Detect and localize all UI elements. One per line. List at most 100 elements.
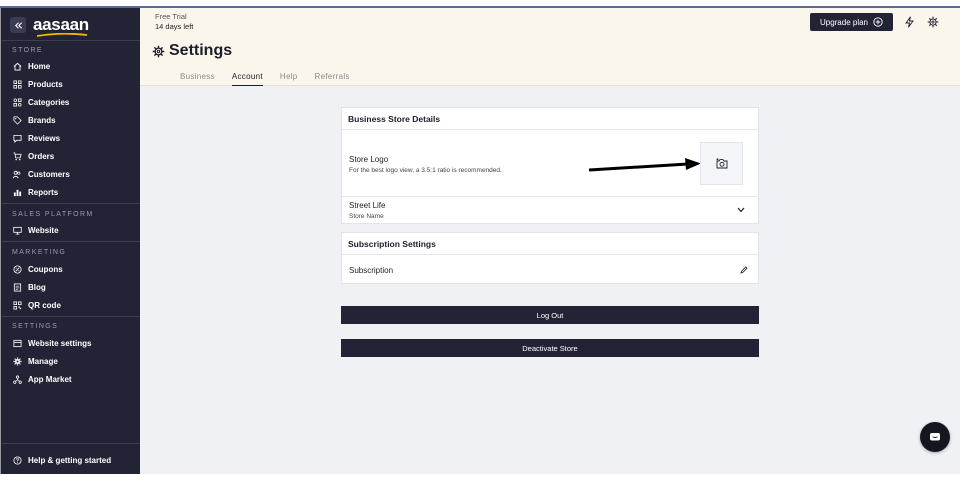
bolt-icon <box>904 16 914 28</box>
chat-icon <box>930 432 940 440</box>
double-chevron-left-icon <box>14 21 22 29</box>
categories-icon <box>12 97 22 107</box>
gear-icon <box>12 356 22 366</box>
pointer-arrow <box>588 158 701 172</box>
sidebar-item-label: Customers <box>28 169 70 179</box>
page-title-text: Settings <box>169 42 233 59</box>
sidebar-item-website[interactable]: Website <box>12 223 59 237</box>
reviews-icon <box>12 133 22 143</box>
sidebar-item-label: Website settings <box>28 338 92 348</box>
brand-row: aasaan <box>10 15 89 37</box>
document-icon <box>12 282 22 292</box>
monitor-icon <box>12 225 22 235</box>
bolt-button[interactable] <box>903 16 915 28</box>
grid-icon <box>12 79 22 89</box>
sidebar-item-label: Home <box>28 61 51 71</box>
sidebar-item-customers[interactable]: Customers <box>12 167 70 181</box>
upgrade-plan-label: Upgrade plan <box>819 17 869 27</box>
section-label-settings: SETTINGS <box>12 323 59 330</box>
store-logo-label: Store Logo <box>349 155 389 164</box>
store-name-label: Store Name <box>349 213 384 220</box>
tab-referrals[interactable]: Referrals <box>315 70 350 87</box>
help-icon <box>12 455 22 465</box>
sidebar-item-help[interactable]: Help & getting started <box>12 453 111 467</box>
sidebar-item-products[interactable]: Products <box>12 77 63 91</box>
tag-icon <box>12 115 22 125</box>
section-label-marketing: MARKETING <box>12 249 67 256</box>
sidebar-item-label: Products <box>28 79 63 89</box>
store-logo-row: Store Logo For the best logo view, a 3.5… <box>342 130 758 197</box>
sidebar-divider <box>2 443 140 444</box>
card-title: Subscription Settings <box>342 233 758 255</box>
pencil-icon[interactable] <box>740 266 748 274</box>
deactivate-store-button[interactable]: Deactivate Store <box>341 339 759 357</box>
chevron-down-icon[interactable] <box>737 207 745 213</box>
subscription-label: Subscription <box>349 266 394 275</box>
plus-circle-icon <box>873 17 883 27</box>
settings-tabs: Business Account Help Referrals <box>180 70 367 87</box>
sidebar-item-orders[interactable]: Orders <box>12 149 54 163</box>
subscription-settings-card: Subscription Settings Subscription <box>341 232 759 284</box>
sidebar-item-categories[interactable]: Categories <box>12 95 69 109</box>
page-title: Settings <box>152 42 232 60</box>
sidebar-item-label: Manage <box>28 356 58 366</box>
log-out-button[interactable]: Log Out <box>341 306 759 324</box>
sidebar-item-label: Blog <box>28 282 46 292</box>
business-store-details-card: Business Store Details Store Logo For th… <box>341 107 759 224</box>
chat-support-button[interactable] <box>920 422 950 452</box>
sidebar-item-coupons[interactable]: Coupons <box>12 262 63 276</box>
sidebar-divider <box>2 40 140 41</box>
sidebar-item-label: Reports <box>28 187 59 197</box>
header: Free Trial 14 days left Settings Busines… <box>140 8 960 87</box>
cart-icon <box>12 151 22 161</box>
sidebar-item-website-settings[interactable]: Website settings <box>12 336 91 350</box>
home-icon <box>12 61 22 71</box>
sidebar-item-blog[interactable]: Blog <box>12 280 46 294</box>
logo-swoosh <box>37 33 87 37</box>
sidebar-item-brands[interactable]: Brands <box>12 113 56 127</box>
sidebar-item-label: Brands <box>28 115 56 125</box>
upgrade-plan-button[interactable]: Upgrade plan <box>810 13 893 31</box>
upload-logo-button[interactable] <box>700 142 743 185</box>
sidebar-item-label: Website <box>28 225 59 235</box>
sidebar-item-reviews[interactable]: Reviews <box>12 131 60 145</box>
brand-logo[interactable]: aasaan <box>33 15 89 37</box>
qr-code-icon <box>12 300 22 310</box>
sidebar-divider <box>2 316 140 317</box>
sidebar-item-reports[interactable]: Reports <box>12 185 58 199</box>
sidebar-item-label: Reviews <box>28 133 61 143</box>
bar-chart-icon <box>12 187 22 197</box>
coupon-icon <box>12 264 22 274</box>
store-name-row[interactable]: Street Life Store Name <box>342 197 758 224</box>
section-label-store: STORE <box>12 47 43 54</box>
section-label-sales-platform: SALES PLATFORM <box>12 211 94 218</box>
tab-account[interactable]: Account <box>231 70 263 87</box>
main-content: Business Store Details Store Logo For th… <box>140 86 960 474</box>
deactivate-store-label: Deactivate Store <box>522 343 578 353</box>
gear-icon <box>927 16 939 28</box>
subscription-row[interactable]: Subscription <box>342 255 758 284</box>
sidebar: aasaan STORE Home Products Categories Br… <box>0 8 140 474</box>
store-logo-hint: For the best logo view, a 3.5:1 ratio is… <box>349 167 502 174</box>
sidebar-item-label: QR code <box>28 300 61 310</box>
sidebar-divider <box>2 241 140 242</box>
trial-days-left: 14 days left <box>155 22 194 31</box>
sidebar-item-qr-code[interactable]: QR code <box>12 298 61 312</box>
tab-help[interactable]: Help <box>280 70 298 87</box>
sidebar-item-label: Help & getting started <box>28 455 112 465</box>
sidebar-divider <box>2 203 140 204</box>
camera-add-icon <box>716 158 727 169</box>
app-market-icon <box>12 374 22 384</box>
sidebar-item-home[interactable]: Home <box>12 59 50 73</box>
sidebar-item-label: Coupons <box>28 264 63 274</box>
log-out-label: Log Out <box>536 310 564 320</box>
trial-label: Free Trial <box>155 12 187 21</box>
settings-button[interactable] <box>927 16 939 28</box>
sidebar-item-app-market[interactable]: App Market <box>12 372 72 386</box>
brand-name: aasaan <box>33 15 89 34</box>
collapse-sidebar-button[interactable] <box>10 17 26 33</box>
app-frame: aasaan STORE Home Products Categories Br… <box>0 8 960 474</box>
tab-business[interactable]: Business <box>180 70 215 87</box>
sidebar-item-label: Orders <box>28 151 55 161</box>
sidebar-item-manage[interactable]: Manage <box>12 354 58 368</box>
